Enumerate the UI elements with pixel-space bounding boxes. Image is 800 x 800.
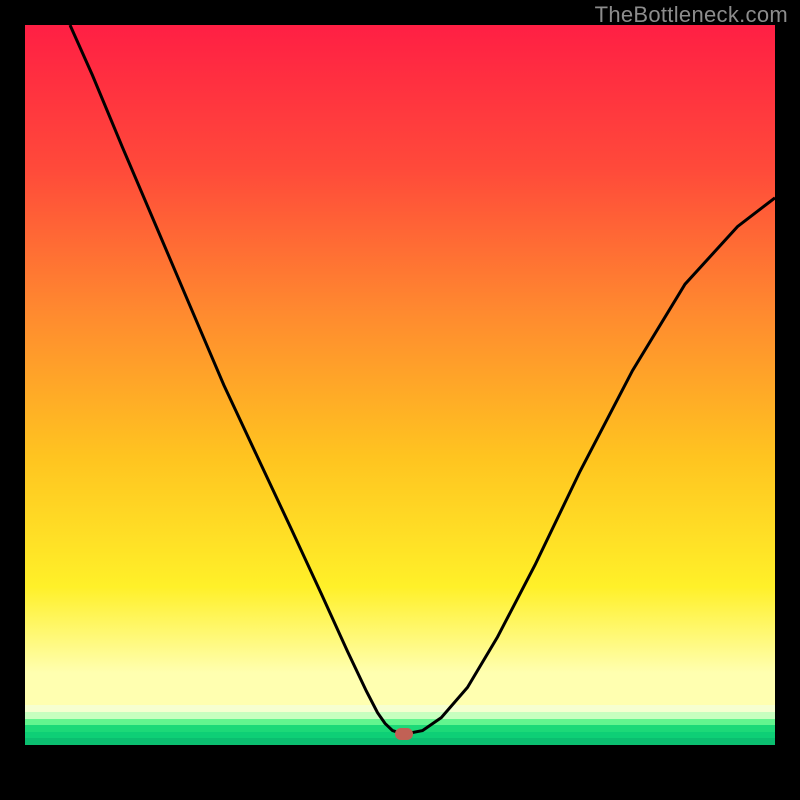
chart-frame: TheBottleneck.com xyxy=(0,0,800,800)
watermark-label: TheBottleneck.com xyxy=(595,2,788,28)
bottleneck-curve xyxy=(70,25,775,734)
curve-layer xyxy=(25,25,775,745)
optimum-marker xyxy=(395,728,413,740)
